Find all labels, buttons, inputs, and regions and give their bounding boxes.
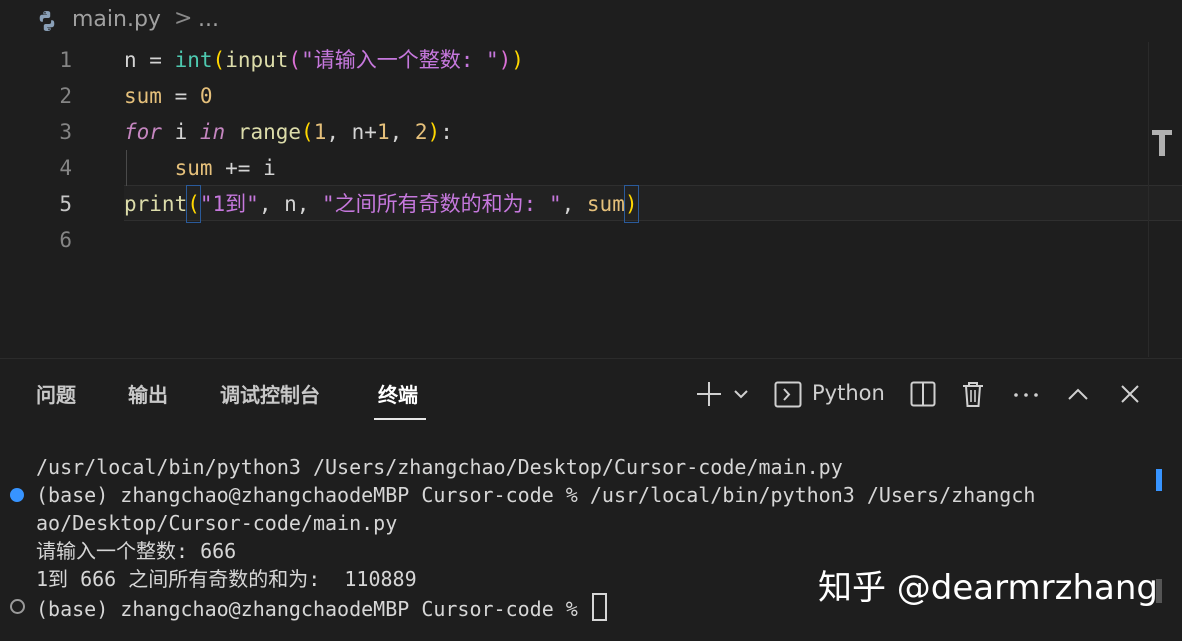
- tab-debug-console[interactable]: 调试控制台: [220, 379, 320, 408]
- active-tab-indicator: [374, 418, 426, 420]
- terminal-profile-label[interactable]: Python: [812, 381, 885, 405]
- line-number: 6: [59, 228, 72, 252]
- line-number: 2: [59, 84, 72, 108]
- tab-problems[interactable]: 问题: [36, 379, 76, 408]
- code-editor[interactable]: 1 n = int(input("请输入一个整数: ")) 2 sum = 0 …: [0, 42, 1182, 357]
- python-file-icon: [39, 11, 55, 31]
- code-line-6[interactable]: 6: [0, 222, 1182, 258]
- code-text[interactable]: n = int(input("请输入一个整数: ")): [124, 42, 524, 78]
- line-number: 1: [59, 48, 72, 72]
- terminal-prompt[interactable]: (base) zhangchao@zhangchaodeMBP Cursor-c…: [36, 593, 607, 623]
- more-actions-icon[interactable]: [1012, 379, 1040, 409]
- close-icon[interactable]: [1118, 379, 1142, 409]
- split-terminal-icon[interactable]: [910, 379, 936, 409]
- scrollbar-thumb-icon[interactable]: [1152, 130, 1172, 156]
- watermark: 知乎 @dearmrzhang: [818, 568, 1158, 608]
- command-success-dot-icon[interactable]: [10, 488, 24, 502]
- breadcrumb-file[interactable]: main.py: [72, 7, 161, 32]
- code-text[interactable]: sum = 0: [124, 78, 213, 114]
- terminal-line: (base) zhangchao@zhangchaodeMBP Cursor-c…: [36, 483, 1036, 507]
- terminal-line: /usr/local/bin/python3 /Users/zhangchao/…: [36, 455, 843, 479]
- tab-output[interactable]: 输出: [128, 379, 168, 408]
- panel-tabs: 问题 输出 调试控制台 终端 Python: [0, 359, 1182, 429]
- code-line-2[interactable]: 2 sum = 0: [0, 78, 1182, 114]
- chevron-down-icon[interactable]: [732, 379, 750, 409]
- line-number-active: 5: [59, 192, 72, 216]
- trash-icon[interactable]: [960, 379, 986, 409]
- breadcrumb-chevron-icon: >: [174, 6, 193, 31]
- code-line-4[interactable]: 4 sum += i: [0, 150, 1182, 186]
- terminal-icon[interactable]: [774, 379, 802, 409]
- breadcrumb-more[interactable]: ...: [198, 7, 219, 32]
- line-number: 4: [59, 156, 72, 180]
- terminal-cursor: [591, 593, 607, 621]
- minimap-edge: [1148, 42, 1149, 357]
- code-line-5[interactable]: 5 print("1到", n, "之间所有奇数的和为: ", sum): [0, 185, 1182, 223]
- command-pending-dot-icon[interactable]: [10, 599, 25, 614]
- maximize-panel-icon[interactable]: [1066, 379, 1090, 409]
- code-text[interactable]: print("1到", n, "之间所有奇数的和为: ", sum): [124, 185, 639, 223]
- code-line-1[interactable]: 1 n = int(input("请输入一个整数: ")): [0, 42, 1182, 78]
- terminal-output[interactable]: /usr/local/bin/python3 /Users/zhangchao/…: [0, 429, 1182, 641]
- terminal-line: 请输入一个整数: 666: [36, 539, 237, 563]
- line-number: 3: [59, 120, 72, 144]
- terminal-scroll-marker: [1156, 469, 1162, 491]
- terminal-line: ao/Desktop/Cursor-code/main.py: [36, 511, 398, 535]
- code-text[interactable]: for i in range(1, n+1, 2):: [124, 114, 453, 150]
- code-text[interactable]: sum += i: [124, 150, 276, 186]
- tab-terminal[interactable]: 终端: [378, 379, 418, 408]
- code-line-3[interactable]: 3 for i in range(1, n+1, 2):: [0, 114, 1182, 150]
- breadcrumb: main.py > ...: [0, 0, 1182, 42]
- plus-icon[interactable]: [694, 379, 724, 409]
- terminal-line: 1到 666 之间所有奇数的和为: 110889: [36, 567, 417, 591]
